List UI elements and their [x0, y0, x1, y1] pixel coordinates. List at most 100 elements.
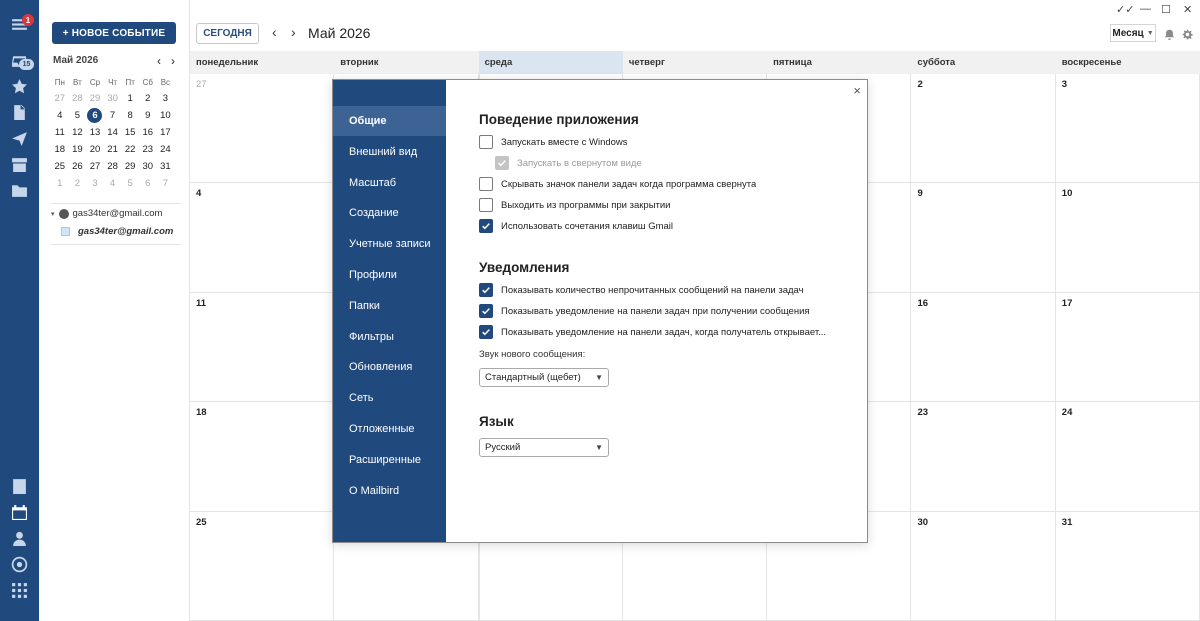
checkbox[interactable]: [479, 177, 493, 191]
checkbox[interactable]: [479, 135, 493, 149]
mini-day[interactable]: 11: [51, 124, 69, 141]
settings-nav-item[interactable]: О Mailbird: [333, 476, 446, 506]
settings-checkbox-row[interactable]: Показывать уведомление на панели задач п…: [479, 304, 810, 318]
mini-day[interactable]: 20: [86, 141, 104, 158]
contacts-icon[interactable]: [9, 528, 30, 549]
settings-nav-item[interactable]: Учетные записи: [333, 229, 446, 259]
mini-day[interactable]: 2: [69, 175, 87, 192]
archive-icon[interactable]: [9, 154, 30, 175]
settings-nav-item[interactable]: Масштаб: [333, 168, 446, 198]
day-cell[interactable]: 3: [1055, 74, 1200, 184]
day-cell[interactable]: 2: [911, 74, 1056, 184]
language-select[interactable]: Русский ▼: [479, 438, 609, 457]
notes-icon[interactable]: [9, 476, 30, 497]
day-cell[interactable]: 10: [1055, 183, 1200, 293]
mini-day[interactable]: 1: [121, 90, 139, 107]
settings-checkbox-row[interactable]: Скрывать значок панели задач когда прогр…: [479, 177, 756, 191]
mini-day[interactable]: 30: [139, 158, 157, 175]
mini-day[interactable]: 13: [86, 124, 104, 141]
mini-day-today[interactable]: 6: [86, 107, 104, 124]
star-icon[interactable]: [9, 76, 30, 97]
mini-day[interactable]: 9: [139, 107, 157, 124]
view-select[interactable]: Месяц ▼: [1110, 24, 1156, 42]
new-event-button[interactable]: + НОВОЕ СОБЫТИЕ: [52, 22, 176, 44]
checkbox[interactable]: [479, 304, 493, 318]
mini-day[interactable]: 22: [121, 141, 139, 158]
mini-day[interactable]: 15: [121, 124, 139, 141]
mini-day[interactable]: 31: [157, 158, 175, 175]
next-month-icon[interactable]: ›: [291, 24, 296, 40]
settings-nav-item[interactable]: Обновления: [333, 352, 446, 382]
mini-day[interactable]: 28: [104, 158, 122, 175]
gear-icon[interactable]: [1182, 27, 1193, 40]
mini-day[interactable]: 16: [139, 124, 157, 141]
day-cell[interactable]: 9: [911, 183, 1056, 293]
day-cell[interactable]: 25: [190, 511, 335, 621]
settings-checkbox-row[interactable]: Запускать в свернутом виде: [495, 156, 642, 170]
mini-day[interactable]: 7: [157, 175, 175, 192]
day-cell[interactable]: 27: [190, 74, 335, 184]
close-icon[interactable]: ×: [853, 83, 861, 98]
close-window-icon[interactable]: ✕: [1183, 3, 1192, 16]
checkbox[interactable]: [479, 283, 493, 297]
settings-nav-item[interactable]: Расширенные: [333, 445, 446, 475]
settings-nav-item[interactable]: Внешний вид: [333, 137, 446, 167]
mini-day[interactable]: 12: [69, 124, 87, 141]
mini-day[interactable]: 21: [104, 141, 122, 158]
settings-nav-item[interactable]: Папки: [333, 291, 446, 321]
settings-nav-item[interactable]: Сеть: [333, 383, 446, 413]
today-button[interactable]: СЕГОДНЯ: [196, 23, 259, 44]
sound-select[interactable]: Стандартный (щебет) ▼: [479, 368, 609, 387]
mini-next-icon[interactable]: ›: [171, 54, 175, 68]
mini-day[interactable]: 4: [51, 107, 69, 124]
day-cell[interactable]: 16: [911, 292, 1056, 403]
mini-day[interactable]: 8: [121, 107, 139, 124]
day-cell[interactable]: 23: [911, 402, 1056, 512]
mini-day[interactable]: 14: [104, 124, 122, 141]
day-cell[interactable]: 31: [1055, 511, 1200, 621]
mini-day[interactable]: 18: [51, 141, 69, 158]
settings-checkbox-row[interactable]: Показывать количество непрочитанных сооб…: [479, 283, 804, 297]
mini-day[interactable]: 26: [69, 158, 87, 175]
mini-day[interactable]: 28: [69, 90, 87, 107]
folder-icon[interactable]: [9, 180, 30, 201]
document-icon[interactable]: [9, 102, 30, 123]
mini-day[interactable]: 1: [51, 175, 69, 192]
mini-day[interactable]: 29: [86, 90, 104, 107]
send-icon[interactable]: [9, 128, 30, 149]
sync-icon[interactable]: ✓✓: [1116, 3, 1134, 16]
mini-day[interactable]: 30: [104, 90, 122, 107]
mini-day[interactable]: 27: [51, 90, 69, 107]
minimize-icon[interactable]: —: [1140, 3, 1151, 15]
collapse-icon[interactable]: ▾: [51, 210, 55, 218]
settings-nav-item[interactable]: Профили: [333, 260, 446, 290]
mini-day[interactable]: 23: [139, 141, 157, 158]
settings-checkbox-row[interactable]: Использовать сочетания клавиш Gmail: [479, 219, 673, 233]
settings-nav-item[interactable]: Отложенные: [333, 414, 446, 444]
mini-day[interactable]: 25: [51, 158, 69, 175]
mini-day[interactable]: 7: [104, 107, 122, 124]
checkbox[interactable]: [495, 156, 509, 170]
day-cell[interactable]: 11: [190, 292, 335, 403]
account-row[interactable]: ▾ gas34ter@gmail.com: [51, 208, 162, 219]
prev-month-icon[interactable]: ‹: [272, 24, 277, 40]
mini-day[interactable]: 19: [69, 141, 87, 158]
checkbox[interactable]: [479, 198, 493, 212]
mini-day[interactable]: 24: [157, 141, 175, 158]
calendar-icon[interactable]: [9, 502, 30, 523]
day-cell[interactable]: 4: [190, 183, 335, 293]
maximize-icon[interactable]: ☐: [1161, 3, 1171, 16]
mini-day[interactable]: 17: [157, 124, 175, 141]
settings-checkbox-row[interactable]: Запускать вместе с Windows: [479, 135, 628, 149]
settings-nav-item[interactable]: Создание: [333, 198, 446, 228]
mini-day[interactable]: 5: [69, 107, 87, 124]
mini-day[interactable]: 5: [121, 175, 139, 192]
mini-day[interactable]: 29: [121, 158, 139, 175]
day-cell[interactable]: 18: [190, 402, 335, 512]
day-cell[interactable]: 17: [1055, 292, 1200, 403]
checkbox[interactable]: [479, 325, 493, 339]
mini-day[interactable]: 27: [86, 158, 104, 175]
calendar-item[interactable]: gas34ter@gmail.com: [61, 226, 173, 237]
mini-prev-icon[interactable]: ‹: [157, 54, 161, 68]
settings-checkbox-row[interactable]: Показывать уведомление на панели задач, …: [479, 325, 826, 339]
